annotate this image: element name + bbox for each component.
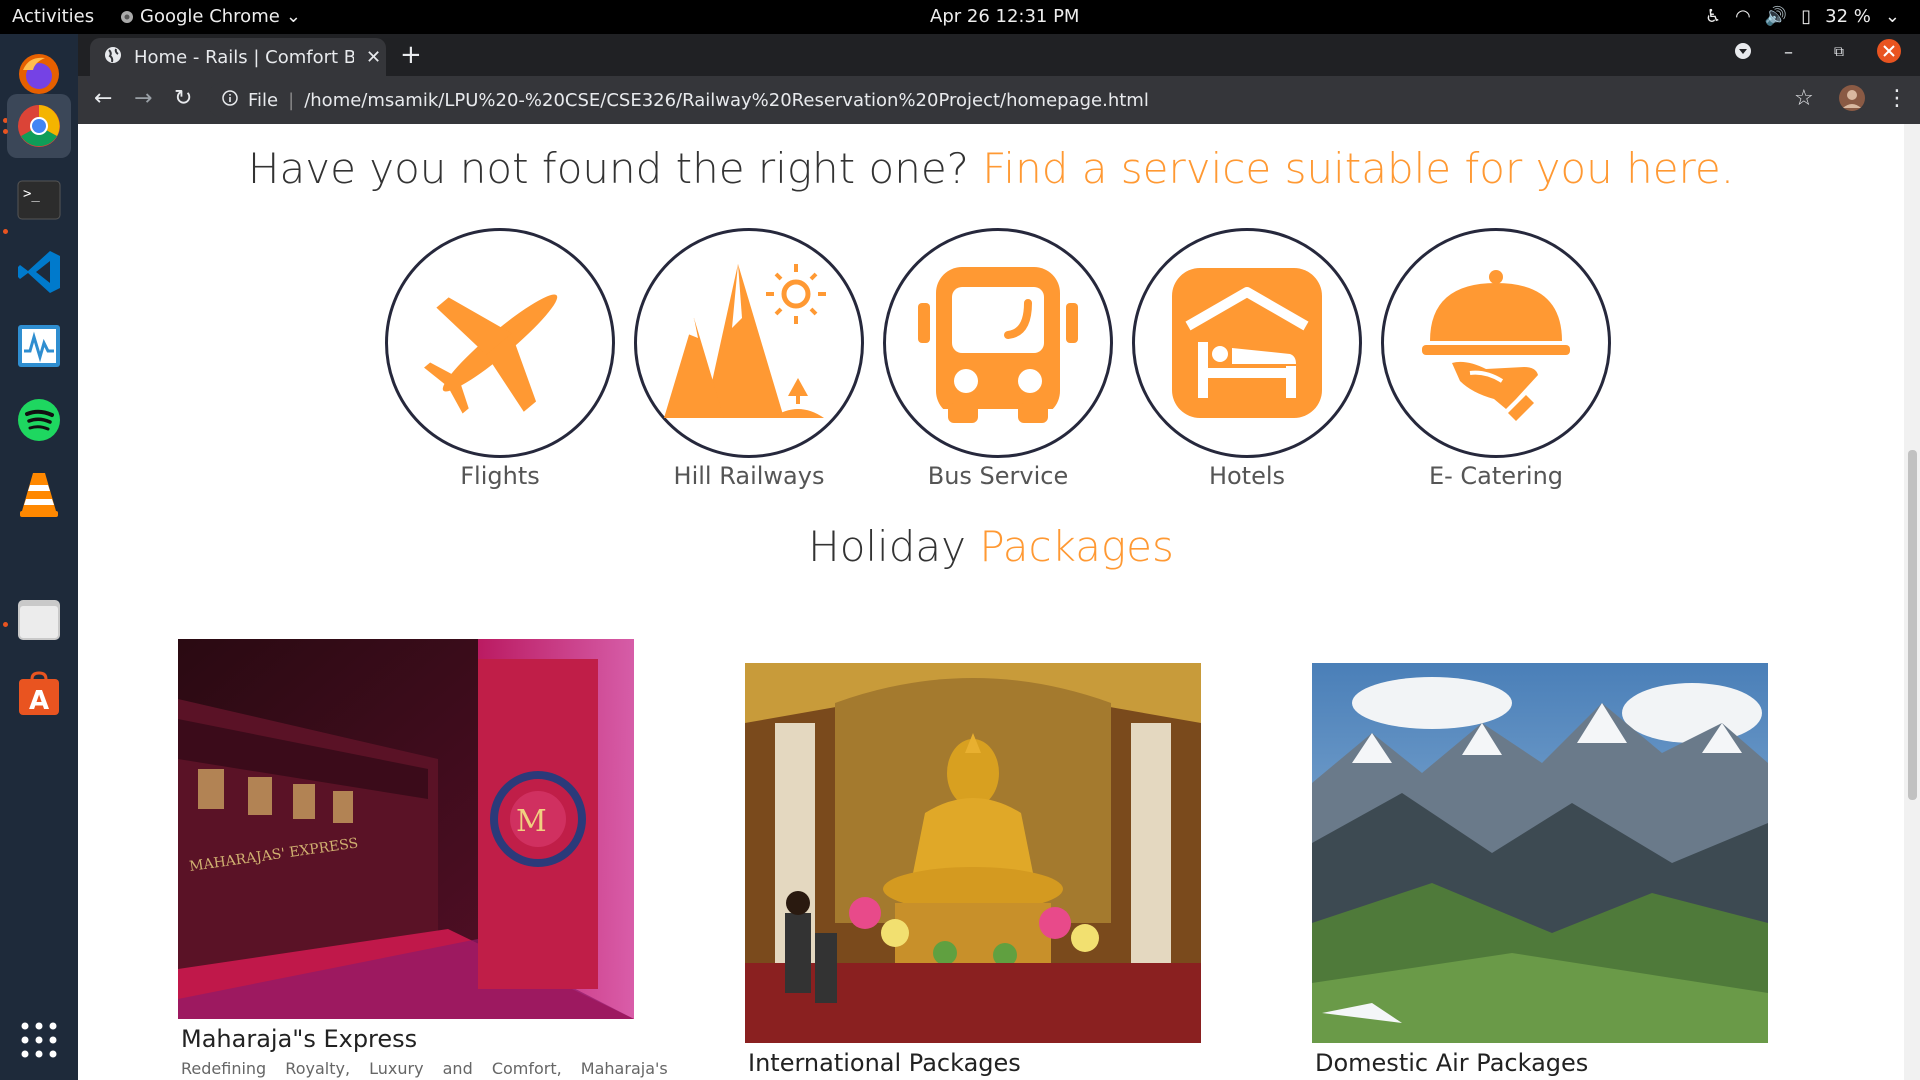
service-hotels[interactable]: Hotels [1132,228,1362,490]
vscode-icon[interactable] [7,240,71,304]
terminal-icon[interactable]: >_ [7,168,71,232]
address-bar[interactable]: File | /home/msamik/LPU%20-%20CSE/CSE326… [206,82,1806,118]
international-packages-photo[interactable] [745,663,1201,1043]
volume-icon: 🔊 [1764,6,1788,27]
packages-heading: Holiday Packages [78,522,1904,571]
tab-strip: Home - Rails | Comfort Be ✕ + – ⧉ [78,34,1920,76]
app-menu[interactable]: Google Chrome ⌄ [120,6,301,27]
info-icon[interactable] [222,89,238,111]
service-flights-label: Flights [460,462,540,490]
service-e-catering[interactable]: E- Catering [1381,228,1611,490]
close-window-button[interactable] [1876,38,1902,69]
globe-icon [104,46,122,69]
dock: >_ A [0,34,78,1080]
close-icon[interactable]: ✕ [366,47,381,68]
battery-percent: 32 % [1825,6,1871,27]
mountain-icon [664,264,826,418]
service-hill-railways[interactable]: Hill Railways [634,228,864,490]
chrome-icon[interactable] [7,94,71,158]
svg-text:>_: >_ [23,186,40,202]
service-hotels-circle[interactable] [1132,228,1362,458]
packages-heading-plain: Holiday [808,522,980,571]
minimize-button[interactable]: – [1784,42,1793,63]
restore-button[interactable]: ⧉ [1834,44,1844,60]
package-title[interactable]: Maharaja"s Express [178,1025,634,1053]
services-heading: Have you not found the right one? Find a… [78,144,1904,193]
chevron-down-icon: ⌄ [1884,6,1900,27]
service-hill-railways-circle[interactable] [634,228,864,458]
service-bus-circle[interactable] [883,228,1113,458]
service-e-catering-label: E- Catering [1428,462,1564,490]
package-description: Redefining Royalty, Luxury and Comfort, … [181,1059,668,1078]
wifi-icon: ◠ [1735,6,1751,27]
service-flights-circle[interactable] [385,228,615,458]
service-e-catering-circle[interactable] [1381,228,1611,458]
browser-toolbar: ← → ↻ File | /home/msamik/LPU%20-%20CSE/… [78,76,1920,124]
reload-button[interactable]: ↻ [174,86,192,111]
tab-title: Home - Rails | Comfort Be [134,46,354,68]
avatar[interactable] [1838,84,1866,118]
service-bus[interactable]: Bus Service [883,228,1113,490]
service-hill-railways-label: Hill Railways [673,462,825,490]
service-flights[interactable]: Flights [385,228,615,490]
url-text[interactable]: /home/msamik/LPU%20-%20CSE/CSE326/Railwa… [304,90,1149,111]
hotel-bed-icon [1172,268,1322,418]
bus-icon [918,267,1078,423]
new-tab-button[interactable]: + [400,40,422,70]
airplane-icon [424,294,558,414]
url-scheme: File [248,89,279,111]
url-separator: | [288,89,295,111]
chevron-down-icon: ⌄ [285,6,301,27]
system-tray[interactable]: ♿ ◠ 🔊 ▯ 32 % ⌄ [1705,6,1900,27]
files-icon[interactable] [7,588,71,652]
system-monitor-icon[interactable] [7,314,71,378]
show-applications-icon[interactable] [7,1008,71,1072]
services-heading-plain: Have you not found the right one? [247,144,983,193]
software-center-icon[interactable]: A [7,662,71,726]
tab-home[interactable]: Home - Rails | Comfort Be ✕ [90,38,386,76]
domestic-air-packages-photo[interactable] [1312,663,1768,1043]
packages-heading-highlight: Packages [979,522,1174,571]
battery-icon: ▯ [1801,6,1812,27]
svg-text:M: M [516,804,547,839]
bookmark-star-icon[interactable]: ☆ [1794,86,1814,111]
app-menu-label: Google Chrome [140,6,280,27]
cloche-icon [1422,270,1570,421]
activities-button[interactable]: Activities [12,6,94,27]
package-card-maharajas-express[interactable]: M MAHARAJAS' EXPRESS Maharaja"s Express … [178,639,668,1078]
package-title[interactable]: International Packages [745,1049,1201,1077]
back-button[interactable]: ← [94,86,112,111]
accessibility-icon[interactable]: ♿ [1705,6,1721,27]
vlc-icon[interactable] [7,462,71,526]
system-top-bar: Activities Google Chrome ⌄ Apr 26 12:31 … [0,0,1920,34]
package-card-domestic-air[interactable]: Domestic Air Packages [1312,663,1768,1077]
service-hotels-label: Hotels [1208,462,1286,490]
services-row: Flights Hill Railways Bus Service Hotels… [78,228,1904,498]
clock[interactable]: Apr 26 12:31 PM [930,6,1079,27]
package-card-international[interactable]: International Packages [745,663,1201,1077]
spotify-icon[interactable] [7,388,71,452]
page-viewport: Have you not found the right one? Find a… [78,124,1904,1080]
scrollbar-thumb[interactable] [1908,450,1917,800]
kebab-menu-icon[interactable]: ⋮ [1886,86,1908,111]
chrome-small-icon [121,10,133,23]
forward-button[interactable]: → [134,86,152,111]
package-title[interactable]: Domestic Air Packages [1312,1049,1768,1077]
service-bus-label: Bus Service [927,462,1069,490]
tab-search-icon[interactable] [1734,42,1752,65]
services-heading-highlight[interactable]: Find a service suitable for you here. [982,144,1734,193]
page-scrollbar[interactable] [1904,124,1920,1080]
svg-text:A: A [29,686,49,716]
maharajas-express-photo[interactable]: M MAHARAJAS' EXPRESS [178,639,634,1019]
